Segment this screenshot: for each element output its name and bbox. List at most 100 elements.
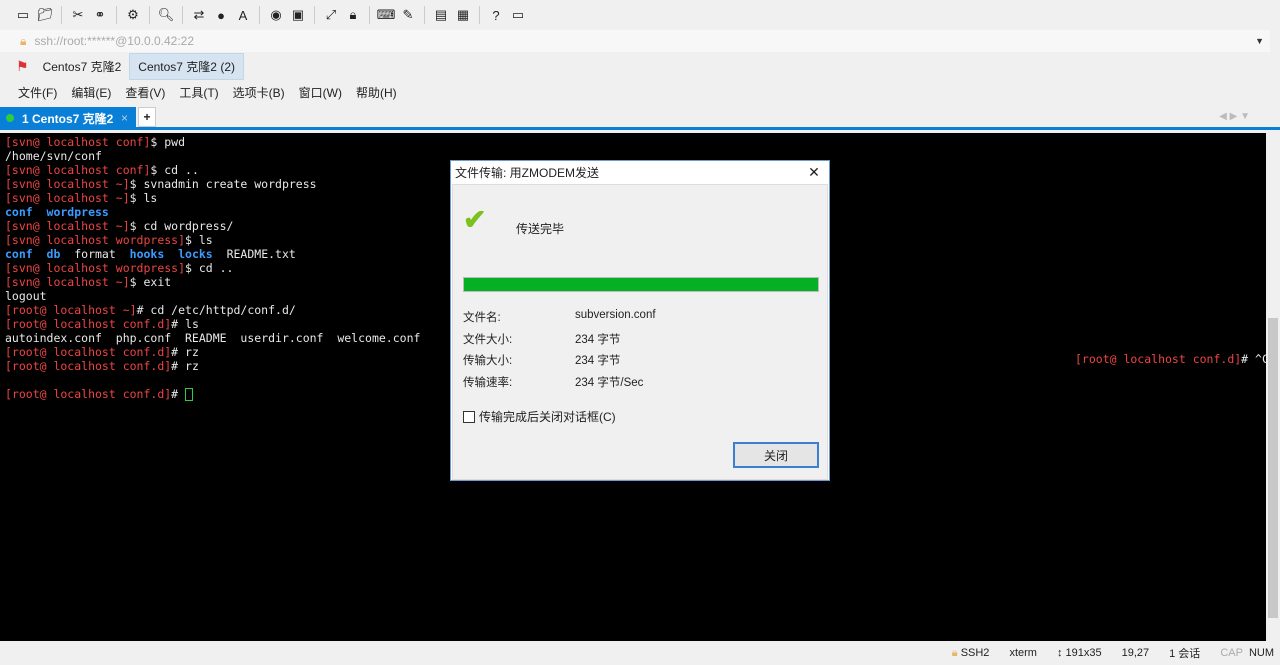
progress-fill: [464, 278, 818, 291]
terminal-line: [svn@ localhost conf]$ pwd: [5, 135, 1261, 149]
toolbar-separator: [149, 6, 150, 24]
scrollbar-thumb[interactable]: [1268, 318, 1278, 618]
checkbox[interactable]: [463, 410, 475, 423]
field-filename: 文件名: subversion.conf: [463, 309, 656, 325]
terminal-text: # rz: [171, 345, 199, 359]
label: 文件大小:: [463, 334, 513, 346]
terminal-text: [svn@ localhost wordpress]: [5, 233, 186, 247]
menu-tools[interactable]: 工具(T): [179, 84, 218, 101]
terminal-text: $ ls: [185, 233, 213, 247]
tab-scroll-arrows[interactable]: ◀ ▶ ▼: [1219, 111, 1250, 122]
prompt: [root@ localhost conf.d]: [1075, 352, 1242, 366]
value: subversion.conf: [575, 309, 656, 321]
lock-icon[interactable]: 🔒︎: [344, 6, 362, 24]
toolbar-separator: [259, 6, 260, 24]
menu-bar: 文件(F) 编辑(E) 查看(V) 工具(T) 选项卡(B) 窗口(W) 帮助(…: [0, 82, 397, 102]
session-item[interactable]: Centos7 克隆2: [35, 54, 130, 79]
reconnect-icon[interactable]: ⚭: [91, 6, 109, 24]
find-icon[interactable]: 🔍︎: [157, 6, 175, 24]
toolbar-separator: [116, 6, 117, 24]
file-transfer-dialog: 文件传输: 用ZMODEM发送 ✕ ✔ 传送完毕 文件名: subversion.c…: [450, 160, 830, 481]
bookmark-icon: ⚑: [16, 57, 29, 74]
add-tab-button[interactable]: +: [138, 107, 156, 127]
disconnect-icon[interactable]: ✂: [69, 6, 87, 24]
help-icon[interactable]: ?: [487, 6, 505, 24]
scrollbar[interactable]: [1266, 133, 1280, 641]
toolbar-separator: [314, 6, 315, 24]
new-session-icon[interactable]: ▭: [14, 6, 32, 24]
terminal-text: README.txt: [212, 247, 296, 261]
terminal-text: $ cd ..: [185, 261, 234, 275]
terminal-text: [svn@ localhost conf]: [5, 163, 151, 177]
terminal-text: $ exit: [129, 275, 172, 289]
session-item[interactable]: Centos7 克隆2 (2): [129, 52, 244, 80]
terminal-text: [svn@ localhost wordpress]: [5, 261, 186, 275]
address-bar[interactable]: 🔒︎ ssh://root:******@10.0.0.42:22 ▼: [0, 30, 1270, 52]
value: 234 字节: [575, 355, 621, 367]
status-cap: CAP: [1220, 647, 1243, 659]
field-rate: 传输速率: 234 字节/Sec: [463, 374, 643, 390]
terminal-text: # ls: [171, 317, 199, 331]
menu-file[interactable]: 文件(F): [18, 84, 57, 101]
close-after-transfer-checkbox[interactable]: 传输完成后关闭对话框(C): [463, 408, 616, 425]
dialog-title: 文件传输: 用ZMODEM发送: [455, 165, 599, 180]
chevron-down-icon[interactable]: ▼: [1255, 36, 1264, 46]
terminal-text: $ cd wordpress/: [129, 219, 234, 233]
terminal-right-line: [root@ localhost conf.d]# ^C: [1075, 352, 1269, 366]
font-icon[interactable]: A: [234, 6, 252, 24]
lock-icon: 🔒︎: [951, 646, 958, 659]
terminal-text: /home/svn/conf: [5, 149, 102, 163]
xshell-icon[interactable]: ◉: [267, 6, 285, 24]
terminal-text: # cd /etc/httpd/conf.d/: [136, 303, 296, 317]
terminal-text: [root@ localhost conf.d]: [5, 359, 172, 373]
globe-icon[interactable]: ●: [212, 6, 230, 24]
value: 234 字节: [575, 334, 621, 346]
field-filesize: 文件大小: 234 字节: [463, 331, 620, 347]
terminal-text: [svn@ localhost ~]: [5, 219, 130, 233]
terminal-text: autoindex.conf php.conf README userdir.c…: [5, 331, 421, 345]
new-tab-group-icon[interactable]: ▤: [432, 6, 450, 24]
terminal-text: format: [60, 247, 130, 261]
keyboard-icon[interactable]: ⌨: [377, 6, 396, 24]
status-term: xterm: [1009, 647, 1037, 659]
layout-icon[interactable]: ▦: [454, 6, 472, 24]
highlight-icon[interactable]: ✎: [399, 6, 417, 24]
tab-session[interactable]: 1 Centos7 克隆2 ×: [0, 107, 136, 129]
terminal-text: [root@ localhost conf.d]: [5, 345, 172, 359]
session-bar: ⚑ Centos7 克隆2 Centos7 克隆2 (2): [0, 52, 244, 80]
close-button[interactable]: 关闭: [733, 442, 819, 468]
toolbar-separator: [369, 6, 370, 24]
transfer-icon[interactable]: ⇄: [190, 6, 208, 24]
field-transferred: 传输大小: 234 字节: [463, 352, 620, 368]
terminal-text: $ ls: [129, 191, 158, 205]
terminal-text: conf wordpress: [5, 205, 109, 219]
status-size: ↕ 191x35: [1056, 647, 1102, 659]
menu-help[interactable]: 帮助(H): [356, 84, 397, 101]
progress-bar: [463, 277, 819, 292]
label: 传输速率:: [463, 377, 513, 389]
toolbar: ▭ 📁︎ ✂ ⚭ ⚙ 🔍︎ ⇄ ● A ◉ ▣ ⤢ 🔒︎ ⌨ ✎ ▤ ▦? ▭: [0, 0, 1280, 30]
terminal-text: [svn@ localhost ~]: [5, 191, 130, 205]
transfer-status: 传送完毕: [516, 222, 565, 236]
protocol: SSH2: [960, 646, 990, 659]
menu-window[interactable]: 窗口(W): [299, 84, 342, 101]
xftp-icon[interactable]: ▣: [289, 6, 307, 24]
menu-view[interactable]: 查看(V): [125, 84, 165, 101]
session-properties-icon[interactable]: ⚙: [124, 6, 142, 24]
terminal-text: # rz: [171, 359, 199, 373]
cursor: [185, 388, 194, 401]
close-icon[interactable]: ✕: [799, 164, 829, 181]
size: 191x35: [1065, 647, 1102, 659]
address-value[interactable]: ssh://root:******@10.0.0.42:22: [34, 34, 194, 48]
toolbar-separator: [61, 6, 62, 24]
open-folder-icon[interactable]: 📁︎: [36, 6, 54, 24]
menu-edit[interactable]: 编辑(E): [71, 84, 111, 101]
close-icon[interactable]: ×: [121, 111, 128, 125]
menu-tabs[interactable]: 选项卡(B): [233, 84, 285, 101]
command: # ^C: [1241, 352, 1269, 366]
fullscreen-icon[interactable]: ⤢: [322, 6, 340, 24]
status-cursor: 19,27: [1121, 647, 1150, 659]
terminal-text: conf db: [5, 247, 61, 261]
terminal-text: [svn@ localhost ~]: [5, 177, 130, 191]
chat-icon[interactable]: ▭: [509, 6, 527, 24]
